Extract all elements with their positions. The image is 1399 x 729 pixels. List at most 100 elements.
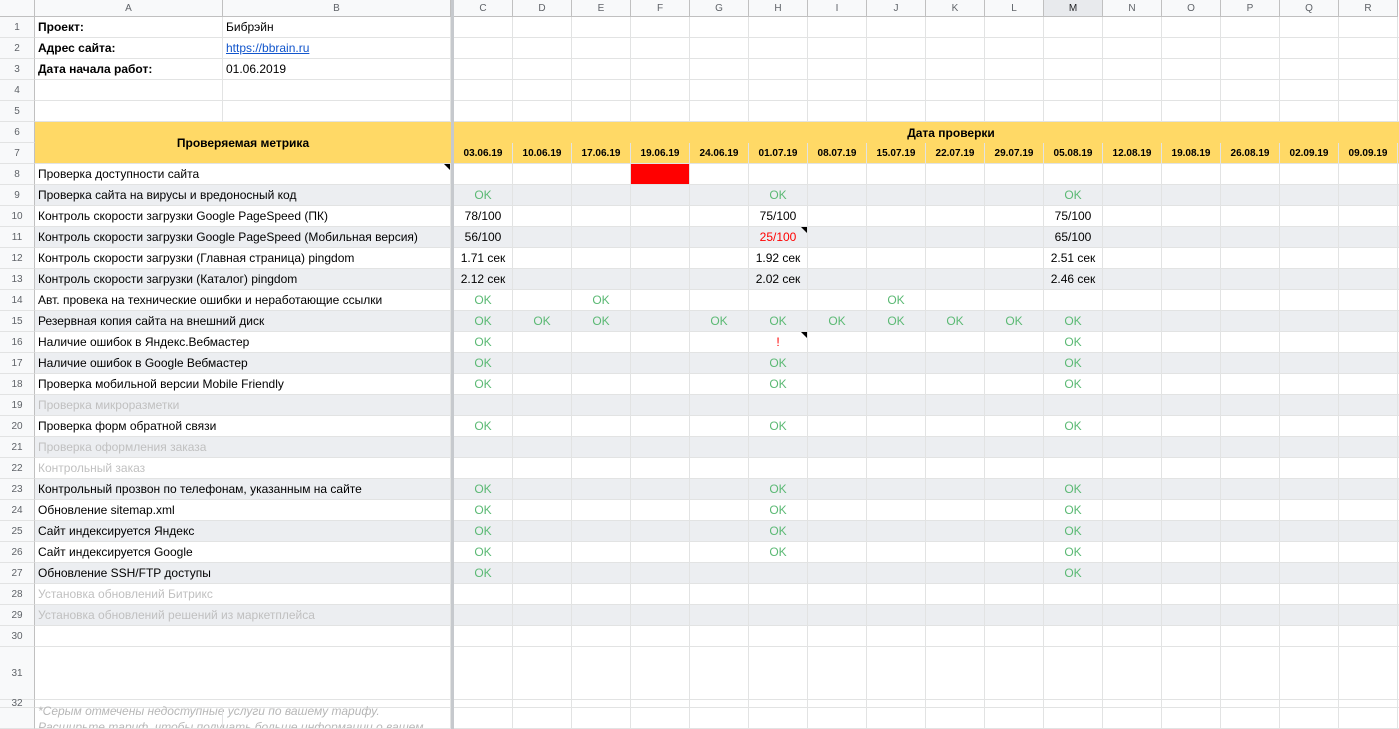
metric-value-cell[interactable]: [1044, 584, 1103, 605]
metric-value-cell[interactable]: [926, 437, 985, 458]
metric-value-cell[interactable]: [572, 227, 631, 248]
empty-cell[interactable]: [1339, 700, 1398, 708]
empty-cell[interactable]: [1280, 647, 1339, 700]
metric-value-cell[interactable]: OK: [926, 311, 985, 332]
empty-cell[interactable]: [808, 38, 867, 59]
empty-cell[interactable]: [1280, 708, 1339, 729]
empty-cell[interactable]: [1339, 647, 1398, 700]
metric-value-cell[interactable]: [1280, 416, 1339, 437]
metric-value-cell[interactable]: [631, 395, 690, 416]
empty-cell[interactable]: [690, 626, 749, 647]
metric-value-cell[interactable]: [690, 563, 749, 584]
metric-value-cell[interactable]: [1103, 185, 1162, 206]
metric-value-cell[interactable]: [1280, 248, 1339, 269]
metric-value-cell[interactable]: [631, 584, 690, 605]
empty-cell[interactable]: [985, 80, 1044, 101]
metric-value-cell[interactable]: [690, 227, 749, 248]
metric-value-cell[interactable]: [1044, 605, 1103, 626]
empty-cell[interactable]: [631, 626, 690, 647]
empty-cell[interactable]: [867, 80, 926, 101]
metric-value-cell[interactable]: [690, 584, 749, 605]
column-header-K[interactable]: K: [926, 0, 985, 17]
metric-value-cell[interactable]: [1339, 437, 1398, 458]
empty-cell[interactable]: [926, 59, 985, 80]
empty-cell[interactable]: [1162, 80, 1221, 101]
metric-name[interactable]: Проверка мобильной версии Mobile Friendl…: [35, 374, 451, 395]
metric-value-cell[interactable]: [572, 437, 631, 458]
metric-value-cell[interactable]: [1162, 269, 1221, 290]
metric-value-cell[interactable]: OK: [749, 311, 808, 332]
metric-value-cell[interactable]: [513, 374, 572, 395]
metric-value-cell[interactable]: 1.92 сек: [749, 248, 808, 269]
metric-value-cell[interactable]: [867, 605, 926, 626]
empty-cell[interactable]: [631, 80, 690, 101]
row-header-32[interactable]: 32: [0, 698, 35, 709]
metric-value-cell[interactable]: [513, 353, 572, 374]
metric-value-cell[interactable]: [1339, 185, 1398, 206]
metric-value-cell[interactable]: [1162, 185, 1221, 206]
metric-value-cell[interactable]: [808, 605, 867, 626]
metric-value-cell[interactable]: [867, 332, 926, 353]
metric-value-cell[interactable]: [454, 584, 513, 605]
metric-value-cell[interactable]: [926, 521, 985, 542]
metric-value-cell[interactable]: OK: [1044, 353, 1103, 374]
empty-cell[interactable]: [808, 17, 867, 38]
metric-value-cell[interactable]: [572, 542, 631, 563]
metric-value-cell[interactable]: [572, 563, 631, 584]
empty-cell[interactable]: [867, 17, 926, 38]
metric-value-cell[interactable]: [1103, 437, 1162, 458]
row-header-3[interactable]: 3: [0, 59, 35, 80]
empty-cell[interactable]: [749, 17, 808, 38]
metric-value-cell[interactable]: 56/100: [454, 227, 513, 248]
metric-value-cell[interactable]: [749, 164, 808, 185]
row-header-21[interactable]: 21: [0, 437, 35, 458]
row-header-26[interactable]: 26: [0, 542, 35, 563]
metric-value-cell[interactable]: [1339, 458, 1398, 479]
metric-value-cell[interactable]: [1339, 227, 1398, 248]
metric-value-cell[interactable]: OK: [1044, 185, 1103, 206]
metric-value-cell[interactable]: [1162, 458, 1221, 479]
metric-value-cell[interactable]: [454, 437, 513, 458]
metric-value-cell[interactable]: [1103, 206, 1162, 227]
metric-value-cell[interactable]: [690, 185, 749, 206]
metric-value-cell[interactable]: [513, 542, 572, 563]
empty-cell[interactable]: [454, 80, 513, 101]
metric-value-cell[interactable]: [631, 311, 690, 332]
empty-cell[interactable]: [454, 101, 513, 122]
empty-cell[interactable]: [1044, 101, 1103, 122]
metric-value-cell[interactable]: 25/100: [749, 227, 808, 248]
metric-value-cell[interactable]: [1103, 269, 1162, 290]
metric-value-cell[interactable]: [926, 227, 985, 248]
empty-cell[interactable]: [1221, 626, 1280, 647]
empty-cell[interactable]: [35, 647, 451, 700]
metric-value-cell[interactable]: [985, 500, 1044, 521]
empty-cell[interactable]: [1221, 80, 1280, 101]
metric-value-cell[interactable]: [1280, 500, 1339, 521]
metric-value-cell[interactable]: [1280, 521, 1339, 542]
empty-cell[interactable]: [1162, 708, 1221, 729]
metric-value-cell[interactable]: 2.02 сек: [749, 269, 808, 290]
empty-cell[interactable]: [631, 647, 690, 700]
metric-value-cell[interactable]: [1339, 290, 1398, 311]
metric-value-cell[interactable]: [867, 374, 926, 395]
empty-cell[interactable]: [926, 647, 985, 700]
metric-value-cell[interactable]: [985, 563, 1044, 584]
metric-value-cell[interactable]: [1103, 374, 1162, 395]
metric-value-cell[interactable]: [808, 437, 867, 458]
empty-cell[interactable]: [454, 626, 513, 647]
empty-cell[interactable]: [1103, 647, 1162, 700]
metric-value-cell[interactable]: [690, 269, 749, 290]
metric-value-cell[interactable]: [985, 542, 1044, 563]
metric-value-cell[interactable]: [1280, 185, 1339, 206]
metric-value-cell[interactable]: [867, 248, 926, 269]
metric-value-cell[interactable]: [867, 416, 926, 437]
column-header-C[interactable]: C: [454, 0, 513, 17]
metric-value-cell[interactable]: [1044, 458, 1103, 479]
metric-value-cell[interactable]: [1339, 311, 1398, 332]
metric-value-cell[interactable]: [808, 332, 867, 353]
metric-value-cell[interactable]: [1280, 542, 1339, 563]
empty-cell[interactable]: [1221, 700, 1280, 708]
empty-cell[interactable]: [690, 59, 749, 80]
empty-cell[interactable]: [926, 17, 985, 38]
metric-value-cell[interactable]: [926, 500, 985, 521]
